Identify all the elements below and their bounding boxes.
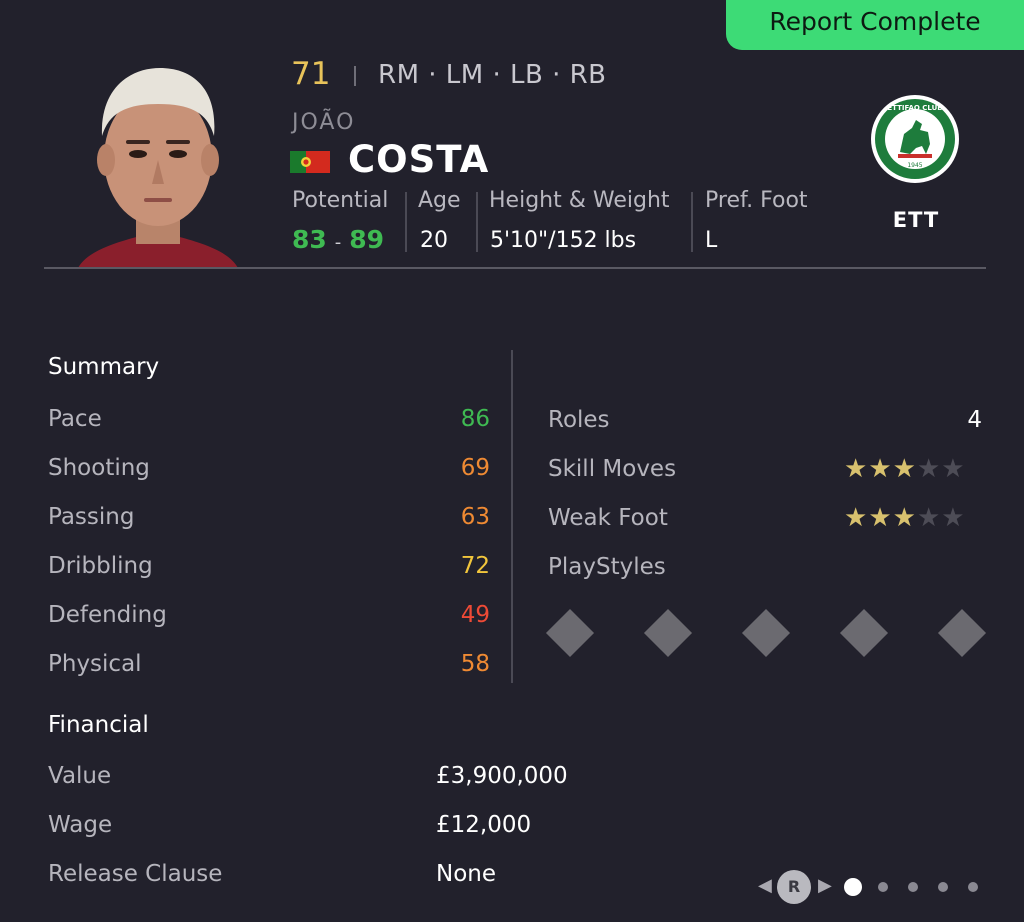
page-dot[interactable] <box>968 882 978 892</box>
age-value: 20 <box>420 228 448 253</box>
weak-foot-stars: ★★★★★ <box>844 503 966 533</box>
star-empty-icon: ★ <box>916 503 942 533</box>
stat-value: 49 <box>460 602 490 628</box>
divider <box>354 66 356 86</box>
stat-label: Dribbling <box>48 553 153 579</box>
star-filled-icon: ★ <box>892 454 917 484</box>
playstyle-slot[interactable] <box>937 608 987 658</box>
page-dot[interactable] <box>908 882 918 892</box>
skill-moves-stars: ★★★★★ <box>844 454 966 484</box>
club-logo: ETTIFAQ CLUB 1945 <box>870 94 960 184</box>
value-amount: £3,900,000 <box>436 763 568 789</box>
star-empty-icon: ★ <box>941 454 966 484</box>
stat-label: Shooting <box>48 455 150 481</box>
overall-rating: 71 <box>291 56 331 92</box>
summary-title: Summary <box>48 354 160 380</box>
height-weight-label: Height & Weight <box>489 188 670 213</box>
chevron-left-icon[interactable]: ◀ <box>758 875 772 896</box>
star-filled-icon: ★ <box>844 503 869 533</box>
skill-moves-label: Skill Moves <box>548 456 677 482</box>
weak-foot-label: Weak Foot <box>548 505 668 531</box>
star-empty-icon: ★ <box>916 454 942 484</box>
divider <box>691 192 693 252</box>
club-logo-year: 1945 <box>907 162 922 169</box>
player-portrait <box>78 60 238 268</box>
stat-value: 86 <box>460 406 490 432</box>
playstyle-slot[interactable] <box>839 608 889 658</box>
stat-label: Passing <box>48 504 135 530</box>
star-empty-icon: ★ <box>941 503 966 533</box>
divider <box>405 192 407 252</box>
chevron-right-icon[interactable]: ▶ <box>818 875 832 896</box>
stat-value: 69 <box>460 455 490 481</box>
release-clause-label: Release Clause <box>48 861 223 887</box>
playstyle-slot[interactable] <box>741 608 791 658</box>
positions: RM · LM · LB · RB <box>378 60 607 90</box>
stat-value: 72 <box>460 553 490 579</box>
stat-value: 63 <box>460 504 490 530</box>
stat-label: Physical <box>48 651 142 677</box>
potential-label: Potential <box>292 188 389 213</box>
potential-min: 83 <box>292 225 327 254</box>
page-dot[interactable] <box>878 882 888 892</box>
roles-label: Roles <box>548 407 610 433</box>
pref-foot-label: Pref. Foot <box>705 188 808 213</box>
playstyle-slot[interactable] <box>545 608 595 658</box>
release-clause-value: None <box>436 861 497 887</box>
potential-value: 83 - 89 <box>292 225 384 254</box>
club-abbreviation: ETT <box>892 208 940 232</box>
column-divider <box>511 350 513 683</box>
header-divider <box>44 267 986 269</box>
star-filled-icon: ★ <box>868 503 893 533</box>
roles-value: 4 <box>967 407 982 433</box>
page-dot[interactable] <box>938 882 948 892</box>
value-label: Value <box>48 763 112 789</box>
stat-label: Pace <box>48 406 102 432</box>
height-weight-value: 5'10"/152 lbs <box>490 228 637 253</box>
potential-dash: - <box>334 232 342 253</box>
wage-label: Wage <box>48 812 113 838</box>
financial-title: Financial <box>48 712 149 738</box>
stat-value: 58 <box>460 651 490 677</box>
report-complete-badge: Report Complete <box>726 0 1024 50</box>
pref-foot-value: L <box>705 228 718 253</box>
star-filled-icon: ★ <box>868 454 893 484</box>
playstyle-slot[interactable] <box>643 608 693 658</box>
potential-max: 89 <box>349 225 384 254</box>
portugal-flag-icon <box>290 151 330 173</box>
age-label: Age <box>418 188 461 213</box>
stat-label: Defending <box>48 602 167 628</box>
club-logo-text: ETTIFAQ CLUB <box>887 104 942 112</box>
wage-amount: £12,000 <box>436 812 532 838</box>
star-filled-icon: ★ <box>844 454 869 484</box>
star-filled-icon: ★ <box>892 503 917 533</box>
page-dot[interactable] <box>844 878 862 896</box>
r-button[interactable]: R <box>777 870 811 904</box>
playstyles-label: PlayStyles <box>548 554 666 580</box>
divider <box>476 192 478 252</box>
player-last-name: COSTA <box>348 138 490 181</box>
player-first-name: JOÃO <box>292 110 356 135</box>
